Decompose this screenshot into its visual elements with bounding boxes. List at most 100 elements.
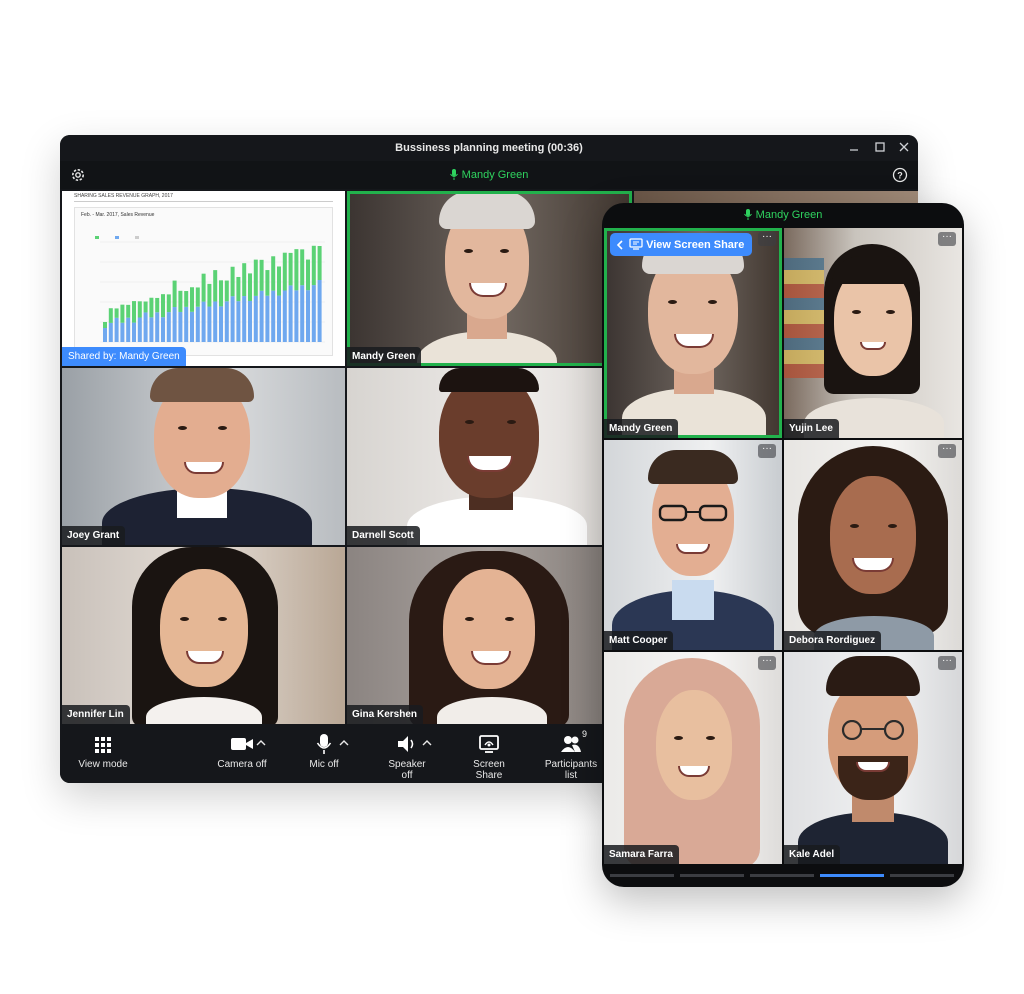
chevron-up-icon	[422, 740, 432, 746]
shared-screen-tile[interactable]: SHARING SALES REVENUE GRAPH, 2017 Feb. -…	[62, 191, 345, 366]
help-icon[interactable]: ?	[892, 167, 908, 183]
participant-tile-jennifer-lin[interactable]: Jennifer Lin	[62, 547, 345, 724]
shared-doc-title: SHARING SALES REVENUE GRAPH, 2017	[74, 193, 173, 199]
mic-icon	[449, 169, 458, 180]
participant-name: Kale Adel	[784, 845, 841, 864]
chart-bar-blue	[219, 306, 223, 342]
mobile-tile-kale-adel[interactable]: ··· Kale Adel	[784, 652, 962, 864]
page-dot[interactable]	[680, 874, 744, 877]
smile	[676, 544, 710, 554]
chart-bar-green	[172, 280, 177, 308]
more-options-icon[interactable]: ···	[758, 656, 776, 670]
minimize-icon[interactable]	[846, 140, 862, 156]
chart-bar-blue	[207, 306, 212, 342]
chart-bar-green	[201, 273, 206, 302]
chart-bar-blue	[120, 322, 125, 342]
mobile-tile-mandy-green[interactable]: View Screen Share ··· Mandy Green	[604, 228, 782, 438]
participants-button[interactable]: Participants list	[538, 733, 604, 781]
chart-bar-blue	[201, 301, 206, 342]
bookshelf	[784, 258, 824, 378]
chart-bar-green	[114, 308, 119, 318]
chart-bar-green	[126, 304, 131, 318]
person-face	[160, 569, 248, 687]
mobile-tile-yujin-lee[interactable]: ··· Yujin Lee	[784, 228, 962, 438]
page-dot[interactable]	[750, 874, 814, 877]
glasses	[658, 504, 728, 522]
chart-bar-blue	[311, 285, 316, 342]
chart-bar-blue	[114, 317, 119, 342]
participant-tile-mandy-green[interactable]: Mandy Green	[347, 191, 632, 366]
eye	[674, 736, 683, 740]
eye	[706, 736, 715, 740]
page-dot-active[interactable]	[820, 874, 884, 877]
view-screen-share-button[interactable]: View Screen Share	[610, 233, 753, 256]
participant-name: Debora Rordiguez	[784, 631, 882, 650]
chart-bar-blue	[108, 322, 113, 342]
chart-bar-blue	[103, 328, 107, 342]
mic-label: Mic off	[309, 759, 339, 770]
smile	[860, 342, 886, 350]
participant-name: Yujin Lee	[784, 419, 839, 438]
chart-bar-green	[149, 297, 154, 318]
chart-bar-green	[253, 259, 258, 296]
more-options-icon[interactable]: ···	[938, 232, 956, 246]
shared-chart: SHARING SALES REVENUE GRAPH, 2017 Feb. -…	[62, 191, 345, 366]
person-face	[656, 690, 732, 800]
chart-bar-blue	[271, 290, 276, 342]
chart-bar-blue	[137, 317, 142, 342]
chart-bar-green	[195, 287, 200, 307]
chart-bar-blue	[224, 301, 229, 342]
participant-name: Joey Grant	[62, 526, 126, 545]
chart-bar-green	[184, 291, 189, 307]
chart-bar-blue	[149, 317, 154, 342]
participants-count: 9	[582, 729, 588, 739]
mobile-tile-matt-cooper[interactable]: ··· Matt Cooper	[604, 440, 782, 650]
chart-bar-green	[230, 266, 235, 297]
shared-by-label: Shared by: Mandy Green	[62, 347, 186, 366]
chart-bar-blue	[236, 301, 241, 342]
mic-icon	[743, 209, 752, 220]
page-dot[interactable]	[610, 874, 674, 877]
chart-bar-green	[265, 270, 270, 296]
person-face	[830, 476, 916, 594]
more-options-icon[interactable]: ···	[938, 656, 956, 670]
more-options-icon[interactable]: ···	[758, 232, 776, 246]
eye	[180, 617, 189, 621]
chart-bar-green	[166, 294, 171, 313]
eye	[178, 426, 187, 430]
chevron-left-icon	[616, 240, 623, 250]
mobile-tile-debora-rordiguez[interactable]: ··· Debora Rordiguez	[784, 440, 962, 650]
chart-bar-green	[143, 301, 148, 313]
chart-bar-blue	[265, 295, 270, 342]
chart-bar-blue	[248, 300, 252, 342]
chart-bar-blue	[288, 285, 293, 342]
chart-bar-blue	[178, 311, 183, 342]
chevron-up-icon	[339, 740, 349, 746]
eye	[464, 249, 473, 253]
camera-icon	[231, 738, 253, 750]
screen-share-button[interactable]: Screen Share	[460, 733, 518, 781]
chart-bar-blue	[282, 290, 287, 342]
chart-bar-blue	[166, 312, 171, 342]
maximize-icon[interactable]	[872, 140, 888, 156]
screen-share-icon	[629, 238, 643, 250]
chart-bar-green	[271, 256, 276, 291]
chart-bar-blue	[253, 295, 258, 342]
chart-bar-blue	[195, 306, 200, 342]
eye	[886, 310, 895, 314]
more-options-icon[interactable]: ···	[758, 444, 776, 458]
view-mode-button[interactable]: View mode	[78, 733, 128, 770]
svg-text:?: ?	[897, 171, 903, 181]
chart-bar-blue	[190, 311, 194, 342]
more-options-icon[interactable]: ···	[938, 444, 956, 458]
page-dot[interactable]	[890, 874, 954, 877]
participant-tile-gina-kershen[interactable]: Gina Kershen	[347, 547, 632, 724]
close-icon[interactable]	[896, 140, 912, 156]
participant-tile-darnell-scott[interactable]: Darnell Scott	[347, 368, 632, 545]
mobile-tile-samara-farra[interactable]: ··· Samara Farra	[604, 652, 782, 864]
eye	[218, 617, 227, 621]
participant-tile-joey-grant[interactable]: Joey Grant	[62, 368, 345, 545]
person-face	[443, 569, 535, 689]
speaker-label: Speaker off	[388, 759, 426, 781]
person-hair	[439, 191, 535, 229]
